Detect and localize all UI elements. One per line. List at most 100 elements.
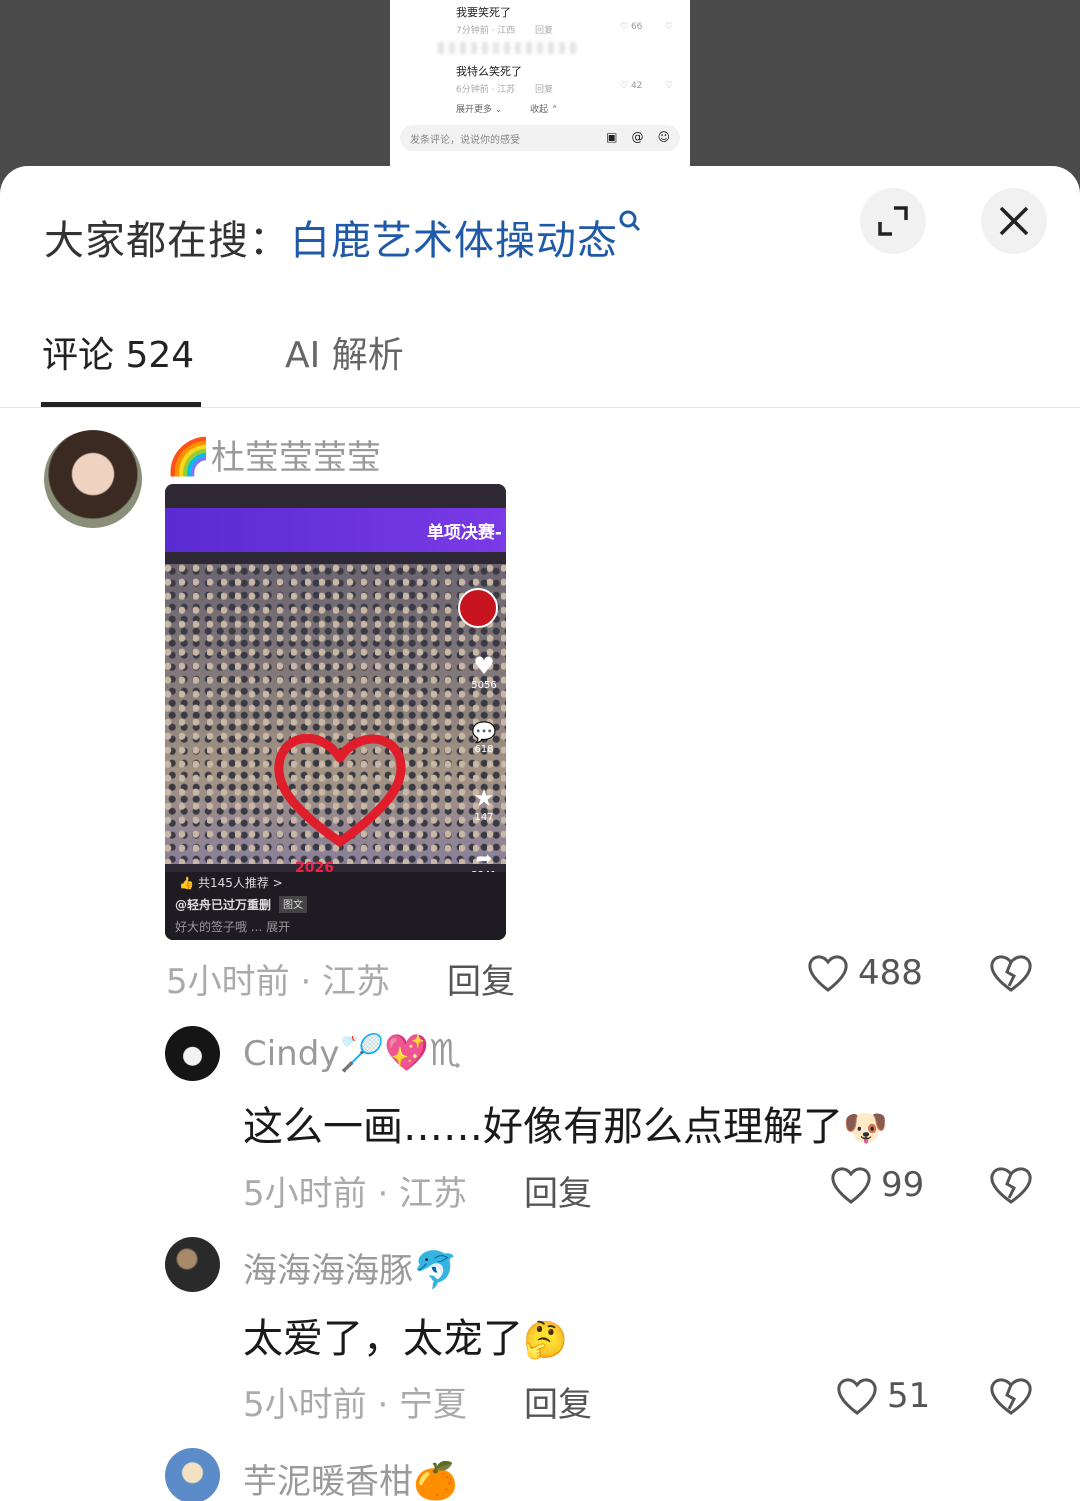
preview-comment-2-meta: 6分钟前 · 江苏	[456, 85, 516, 95]
comment-1-reply-button[interactable]: 回复	[447, 954, 515, 1003]
avatar[interactable]	[165, 1448, 220, 1501]
comment-3-like-button[interactable]: 51	[835, 1375, 930, 1417]
preview-comment-1-reply[interactable]: 回复	[535, 23, 553, 36]
preview-expand-label: 展开更多	[456, 105, 493, 115]
comment-2-like-button[interactable]: 99	[829, 1164, 924, 1206]
preview-comment-1-text: 我要笑死了	[456, 6, 511, 19]
video-favorites[interactable]: ★ 147	[470, 784, 498, 823]
badminton-heart-scorpio-icon: 🏸💖♏	[339, 1033, 462, 1074]
comment-1-like-button[interactable]: 488	[806, 952, 923, 994]
video-caption: @轻舟已过万重删 图文	[175, 896, 308, 913]
video-caption-author[interactable]: @轻舟已过万重删	[175, 896, 271, 913]
doge-icon: 🐶	[843, 1108, 888, 1149]
creator-avatar[interactable]	[458, 588, 498, 628]
thumbs-up-icon: 👍	[179, 875, 194, 890]
close-icon	[999, 206, 1029, 236]
emoji-icon[interactable]: ☺	[657, 130, 670, 144]
thinking-icon: 🤔	[523, 1320, 568, 1361]
video-banner: 单项决赛-	[165, 508, 506, 552]
comment-3-reply-button[interactable]: 回复	[524, 1377, 592, 1426]
preview-comment-2-like-count: 42	[630, 81, 643, 91]
comment-3-username[interactable]: 海海海海豚🐬	[243, 1243, 458, 1292]
heart-icon	[808, 955, 848, 992]
video-comments[interactable]: 💬 618	[470, 720, 498, 755]
comment-1-like-count: 488	[858, 953, 923, 993]
comment-2-text: 这么一画……好像有那么点理解了🐶	[243, 1094, 888, 1152]
broken-heart-icon	[990, 1167, 1032, 1204]
comment-4-username-text: 芋泥暖香柑	[243, 1462, 413, 1501]
video-description: 好大的签子哦 ... 展开	[175, 920, 291, 934]
video-banner-text: 单项决赛-	[426, 523, 502, 543]
broken-heart-icon	[990, 955, 1032, 992]
tab-ai-analysis[interactable]: AI 解析	[285, 326, 404, 378]
preview-screenshot: 我要笑死了 7分钟前 · 江西 回复 ♡ 66 ♡ 我特么笑死了 6分钟前 · …	[390, 0, 690, 166]
comment-3-username-text: 海海海海豚	[243, 1251, 413, 1291]
tangerine-icon: 🍊	[413, 1461, 458, 1501]
video-likes[interactable]: ♥ 5056	[470, 652, 498, 691]
preview-dislike-icon[interactable]: ♡	[665, 81, 673, 91]
avatar[interactable]	[165, 1026, 220, 1081]
star-icon: ★	[473, 784, 495, 812]
preview-blurred-username	[438, 42, 578, 54]
heart-icon	[837, 1378, 877, 1415]
comment-3-meta: 5小时前 · 宁夏	[243, 1385, 468, 1425]
avatar[interactable]	[165, 1237, 220, 1292]
comment-3-like-count: 51	[887, 1376, 931, 1416]
video-thumbnail[interactable]: 单项决赛- ♥5056 💬618 ★147 ➦3341 2026 👍共145人推…	[165, 484, 506, 940]
share-icon: ➦	[475, 846, 493, 870]
video-likes-count: 5056	[471, 680, 497, 691]
heart-drawing-icon	[274, 733, 406, 847]
search-icon[interactable]	[618, 208, 642, 236]
comment-sheet: 大家都在搜：白鹿艺术体操动态 评论 524 AI 解析 🌈杜莹莹莹莹 单项决赛-…	[0, 166, 1080, 1501]
tab-comments[interactable]: 评论 524	[42, 326, 194, 378]
comment-3-text: 太爱了，太宠了🤔	[243, 1306, 568, 1364]
tab-active-indicator	[41, 402, 201, 407]
preview-comment-2-text: 我特么笑死了	[456, 65, 522, 78]
comment-bubble-icon: 💬	[471, 720, 497, 744]
trending-search-prefix: 大家都在搜：	[44, 218, 290, 264]
video-comments-count: 618	[474, 744, 494, 755]
expand-button[interactable]	[860, 188, 926, 254]
comment-4-username[interactable]: 芋泥暖香柑🍊	[243, 1454, 458, 1501]
preview-expand-more[interactable]: 展开更多 ⌄	[456, 102, 502, 115]
preview-collapse-label: 收起	[530, 105, 549, 115]
image-icon[interactable]: ▣	[606, 130, 617, 144]
comment-1-meta: 5小时前 · 江苏	[166, 962, 391, 1002]
close-button[interactable]	[981, 188, 1047, 254]
preview-comment-2-likes[interactable]: ♡ 42	[620, 81, 642, 91]
video-caption-tag: 图文	[279, 896, 308, 913]
comment-1-username-text: 杜莹莹莹莹	[210, 438, 381, 478]
preview-comment-1-meta: 7分钟前 · 江西	[456, 26, 516, 36]
preview-dislike-icon[interactable]: ♡	[665, 22, 673, 32]
preview-comment-input[interactable]: 发条评论，说说你的感受 ▣ @ ☺	[400, 125, 680, 151]
comment-2-username-text: Cindy	[243, 1034, 340, 1074]
video-favorites-count: 147	[474, 812, 494, 823]
comment-2-like-count: 99	[881, 1165, 925, 1205]
at-icon[interactable]: @	[631, 130, 643, 144]
heart-icon: ♥	[473, 652, 495, 680]
trending-search[interactable]: 大家都在搜：白鹿艺术体操动态	[44, 208, 642, 266]
video-info: 👍 共145人推荐 > @轻舟已过万重删 图文 好大的签子哦 ... 展开	[165, 872, 506, 940]
comment-1-dislike-button[interactable]	[988, 952, 1034, 998]
preview-comment-1-likes[interactable]: ♡ 66	[620, 22, 642, 32]
video-recommend[interactable]: 👍 共145人推荐 >	[179, 874, 283, 891]
dolphin-icon: 🐬	[413, 1250, 458, 1291]
preview-comment-2-reply[interactable]: 回复	[535, 82, 553, 95]
expand-icon	[878, 206, 908, 236]
rainbow-icon: 🌈	[166, 437, 211, 478]
comment-2-reply-button[interactable]: 回复	[524, 1166, 592, 1215]
comment-3-text-content: 太爱了，太宠了	[243, 1316, 523, 1362]
broken-heart-icon	[990, 1378, 1032, 1415]
preview-input-placeholder: 发条评论，说说你的感受	[410, 135, 520, 146]
comment-2-dislike-button[interactable]	[988, 1164, 1034, 1210]
comment-2-username[interactable]: Cindy🏸💖♏	[243, 1032, 461, 1074]
heart-icon	[831, 1167, 871, 1204]
comment-1-username[interactable]: 🌈杜莹莹莹莹	[166, 430, 381, 479]
comment-3-dislike-button[interactable]	[988, 1375, 1034, 1421]
video-recommend-text: 共145人推荐 >	[197, 876, 283, 890]
avatar[interactable]	[44, 430, 142, 528]
preview-collapse[interactable]: 收起 ⌃	[530, 102, 558, 115]
preview-comment-1-like-count: 66	[630, 22, 643, 32]
trending-search-keyword[interactable]: 白鹿艺术体操动态	[290, 218, 618, 264]
comment-2-text-content: 这么一画……好像有那么点理解了	[243, 1104, 843, 1150]
